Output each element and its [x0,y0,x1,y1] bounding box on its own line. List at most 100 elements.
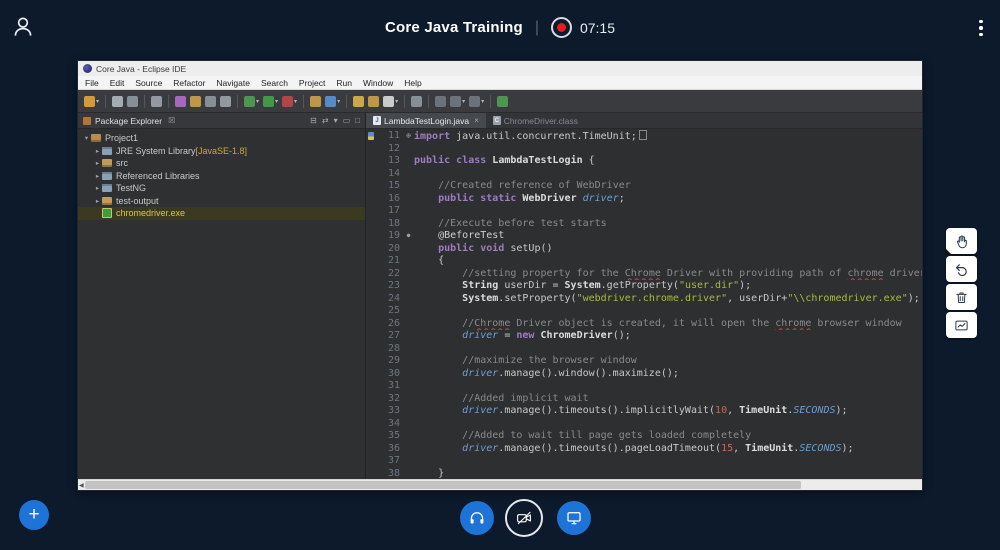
token: ; [619,193,625,204]
expander-icon[interactable]: ▸ [93,172,102,180]
menu-run[interactable]: Run [336,78,352,88]
token: public [438,193,474,204]
toolbar-new-java-project-icon[interactable] [310,96,321,107]
collapse-all-icon[interactable]: ⊟ [310,116,317,125]
top-bar: Core Java Training | 07:15 [0,0,1000,55]
scrollbar-thumb[interactable] [85,481,801,489]
toolbar-external-tools-icon[interactable] [175,96,186,107]
token: Chrome [474,318,510,329]
kebab-menu-icon[interactable] [972,16,990,40]
dropdown-caret-icon: ▾ [395,98,398,105]
tab-chromedriver-class[interactable]: CChromeDriver.class [486,113,585,128]
menu-project[interactable]: Project [299,78,325,88]
fold-marker-icon [403,468,414,480]
menu-refactor[interactable]: Refactor [173,78,205,88]
tree-item-chromedriver-exe[interactable]: chromedriver.exe [78,207,365,220]
ide-window-title: Core Java - Eclipse IDE [96,64,186,74]
toolbar-open-task-icon[interactable] [151,96,162,107]
camera-off-button[interactable] [505,499,543,537]
token: Driver with providing path of [661,268,848,279]
code-area[interactable]: 11⊕import java.util.concurrent.TimeUnit;… [366,129,922,479]
toolbar-back-icon[interactable]: ▾ [450,96,465,107]
token: static [480,193,516,204]
toolbar-debug-icon[interactable]: ▾ [244,96,259,107]
toolbar-save-icon[interactable] [112,96,123,107]
toolbar-new-class-icon[interactable]: ▾ [325,96,340,107]
tab-lambdatestlogin-java[interactable]: JLambdaTestLogin.java× [366,113,486,128]
token [414,180,438,191]
tree-item-referenced-libraries[interactable]: ▸Referenced Libraries [78,170,365,183]
scroll-left-arrow-icon[interactable]: ◀ [79,482,84,489]
toolbar-new-wizard-icon[interactable]: ▾ [84,96,99,107]
link-with-editor-icon[interactable]: ⇄ [322,116,329,125]
expander-icon[interactable]: ▾ [82,134,91,142]
menu-search[interactable]: Search [261,78,288,88]
toolbar-profile-icon[interactable]: ▾ [282,96,297,107]
fold-marker-icon [403,380,414,393]
toolbar-mark-occurrences-icon[interactable]: ▾ [383,96,398,107]
token: driver [462,330,498,341]
maximize-icon[interactable]: □ [355,116,360,125]
audio-button[interactable] [460,501,494,535]
toolbar-open-type-icon[interactable] [353,96,364,107]
fold-marker-icon[interactable]: ⊕ [403,130,414,143]
add-button[interactable]: + [19,500,49,530]
expander-icon[interactable]: ▸ [93,197,102,205]
minimize-icon[interactable]: ▭ [343,116,351,125]
toolbar-package-icon[interactable] [368,96,379,107]
toolbar-java-perspective-icon[interactable] [497,96,508,107]
toolbar-save-all-icon[interactable] [127,96,138,107]
code-text: //Execute before test starts [414,218,922,231]
tree-item-testng[interactable]: ▸TestNG [78,182,365,195]
screen-icon [565,509,583,527]
token: void [480,243,504,254]
raise-hand-button[interactable] [946,228,977,254]
horizontal-scrollbar[interactable]: ◀ [78,479,922,490]
toolbar-separator [490,95,491,108]
tree-item-label: chromedriver.exe [116,208,185,218]
line-number: 35 [376,430,403,443]
tree-item-test-output[interactable]: ▸test-output [78,195,365,208]
menu-source[interactable]: Source [135,78,162,88]
toolbar-coverage-icon[interactable] [190,96,201,107]
annotation-ruler [366,318,376,331]
annotation-ruler [366,393,376,406]
toolbar-forward-icon[interactable]: ▾ [469,96,484,107]
token [414,243,438,254]
token: { [414,255,444,266]
toolbar-separator [237,95,238,108]
annotation-ruler [366,218,376,231]
delete-annotation-button[interactable] [946,284,977,310]
menu-help[interactable]: Help [404,78,421,88]
annotation-tool-button[interactable] [946,312,977,338]
undo-button[interactable] [946,256,977,282]
ide-title-bar: Core Java - Eclipse IDE [78,61,922,76]
menu-file[interactable]: File [85,78,99,88]
screen-share-button[interactable] [557,501,591,535]
tree-item-jre-system-library[interactable]: ▸JRE System Library [JavaSE-1.8] [78,145,365,158]
toolbar-java-element-icon[interactable] [411,96,422,107]
code-line: 24 System.setProperty("webdriver.chrome.… [366,293,922,306]
toolbar-run-icon[interactable]: ▾ [263,96,278,107]
view-close-icon[interactable]: ☒ [168,116,175,125]
view-menu-icon[interactable]: ▾ [334,116,338,125]
code-text: driver.manage().timeouts().pageLoadTimeo… [414,443,922,456]
toolbar-show-whitespace-icon[interactable] [220,96,231,107]
line-number: 14 [376,168,403,181]
annotation-ruler [366,343,376,356]
toolbar-search-icon[interactable] [205,96,216,107]
menu-edit[interactable]: Edit [110,78,125,88]
tab-close-icon[interactable]: × [474,116,479,125]
expander-icon[interactable]: ▸ [93,147,102,155]
fold-marker-icon[interactable]: ● [403,230,414,243]
expander-icon[interactable]: ▸ [93,184,102,192]
menu-bar: File Edit Source Refactor Navigate Search Proj… [78,76,922,90]
token: TimeUnit [739,405,787,416]
menu-navigate[interactable]: Navigate [216,78,250,88]
expander-icon[interactable]: ▸ [93,159,102,167]
toolbar-last-edit-location-icon[interactable] [435,96,446,107]
tree-item-project1[interactable]: ▾Project1 [78,132,365,145]
menu-window[interactable]: Window [363,78,393,88]
tree-item-src[interactable]: ▸src [78,157,365,170]
token [414,405,462,416]
